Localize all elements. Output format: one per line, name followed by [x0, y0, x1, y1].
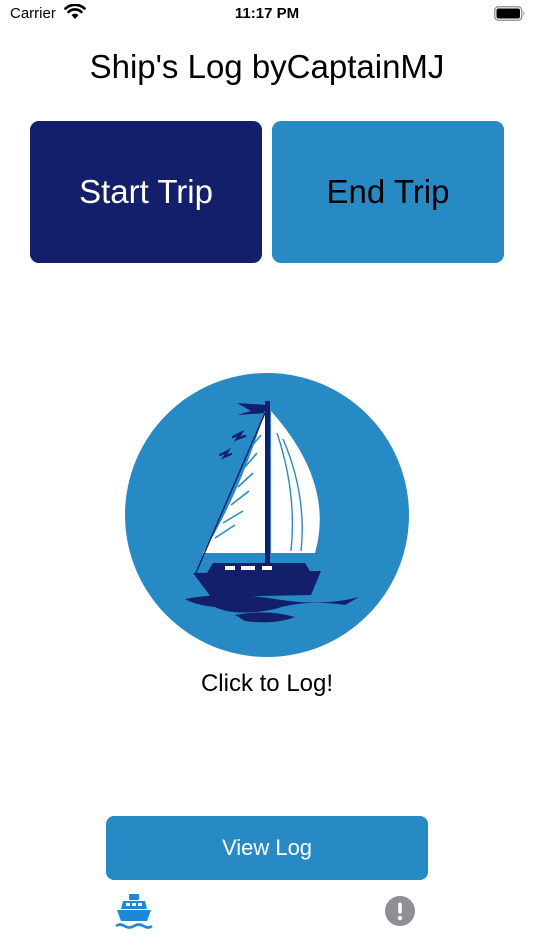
- view-log-button[interactable]: View Log: [106, 816, 428, 880]
- status-time: 11:17 PM: [234, 5, 300, 22]
- start-trip-button[interactable]: Start Trip: [30, 121, 262, 263]
- boat-icon[interactable]: [115, 893, 153, 931]
- sailboat-log-button[interactable]: [125, 373, 409, 657]
- page-title: Ship's Log byCaptainMJ: [89, 48, 445, 85]
- info-icon[interactable]: [385, 896, 415, 926]
- battery-icon: [494, 6, 525, 21]
- end-trip-button[interactable]: End Trip: [272, 121, 504, 263]
- click-to-log-label: Click to Log!: [200, 670, 334, 697]
- status-bar: Carrier 11:17 PM: [0, 0, 534, 30]
